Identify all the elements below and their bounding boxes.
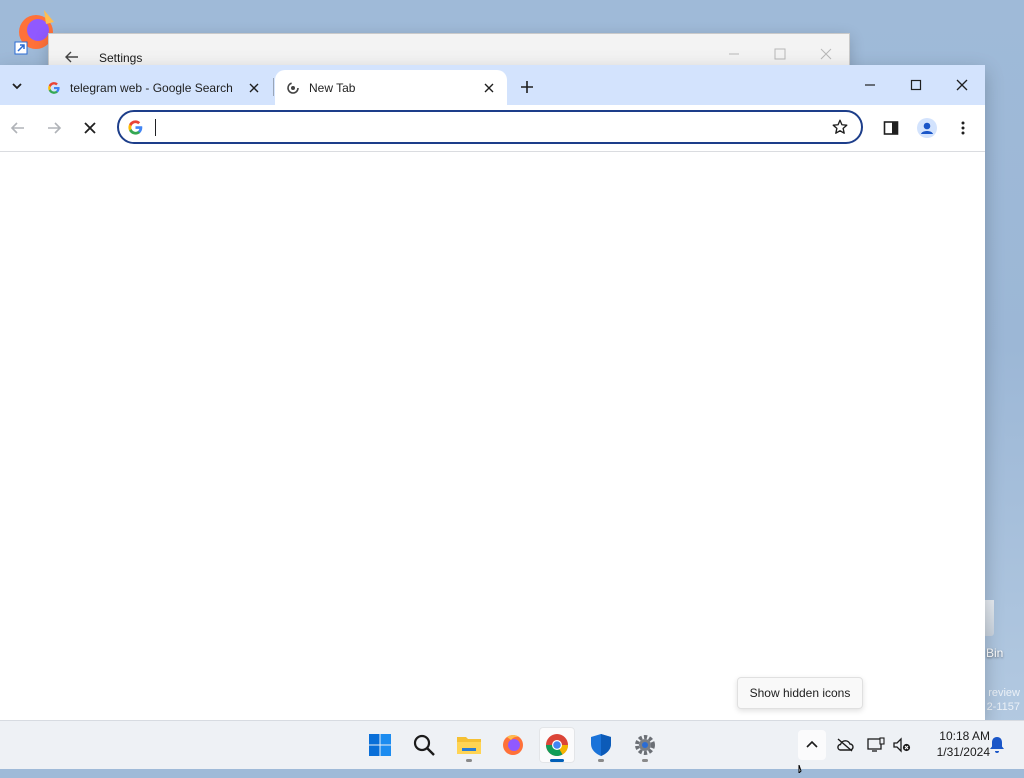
close-window-button[interactable] — [939, 71, 985, 99]
tab-strip: telegram web - Google Search New Tab — [0, 65, 985, 105]
address-bar[interactable] — [117, 110, 863, 144]
running-indicator — [466, 759, 472, 762]
bell-icon — [990, 737, 1004, 753]
forward-arrow-icon — [48, 122, 62, 134]
tab-search-button[interactable] — [5, 74, 29, 98]
firefox-icon — [503, 735, 523, 755]
settings-maximize-button[interactable] — [765, 42, 795, 66]
close-icon[interactable] — [481, 80, 497, 96]
chrome-icon — [546, 734, 568, 756]
bookmark-star-icon[interactable] — [831, 118, 849, 136]
page-content — [0, 152, 985, 720]
network-tray-button[interactable] — [862, 730, 890, 760]
show-hidden-icons-button[interactable] — [798, 730, 826, 760]
watermark-line-1: review — [988, 687, 1020, 699]
firefox-taskbar-button[interactable] — [495, 727, 531, 763]
menu-button[interactable] — [951, 116, 975, 140]
new-tab-button[interactable] — [515, 75, 539, 99]
volume-tray-button[interactable] — [888, 730, 916, 760]
start-button[interactable] — [362, 727, 398, 763]
minimize-button[interactable] — [847, 71, 893, 99]
defender-taskbar-button[interactable] — [583, 727, 619, 763]
taskbar: 10:18 AM 1/31/2024 — [0, 720, 1024, 769]
stop-icon — [84, 122, 96, 134]
tab-new-tab[interactable]: New Tab — [275, 70, 507, 105]
close-icon — [956, 79, 968, 91]
side-panel-button[interactable] — [879, 116, 903, 140]
kebab-menu-icon — [961, 121, 965, 135]
profile-avatar-icon — [917, 118, 937, 138]
settings-taskbar-button[interactable] — [627, 727, 663, 763]
chevron-up-icon — [806, 740, 818, 748]
network-icon — [867, 737, 885, 752]
google-g-icon — [127, 119, 144, 136]
side-panel-icon — [883, 121, 899, 135]
mouse-cursor-icon — [798, 760, 808, 775]
settings-minimize-button[interactable] — [719, 42, 749, 66]
maximize-button[interactable] — [893, 71, 939, 99]
chrome-taskbar-button[interactable] — [539, 727, 575, 763]
running-indicator — [550, 759, 564, 762]
cloud-offline-icon — [837, 738, 854, 752]
clock-date: 1/31/2024 — [936, 745, 990, 759]
browser-toolbar — [0, 105, 985, 152]
chevron-down-icon — [12, 83, 22, 90]
settings-window-title: Settings — [99, 51, 143, 65]
back-button[interactable] — [6, 116, 30, 140]
text-caret — [155, 119, 156, 136]
taskbar-clock[interactable]: 10:18 AM 1/31/2024 — [918, 728, 990, 760]
desktop-watermark: review 2-1157 — [984, 686, 1020, 714]
windows-logo-icon — [369, 734, 391, 756]
running-indicator — [642, 759, 648, 762]
speaker-muted-icon — [893, 737, 911, 753]
settings-close-button[interactable] — [811, 42, 841, 66]
running-indicator — [598, 759, 604, 762]
google-g-icon — [46, 80, 62, 96]
chrome-window: telegram web - Google Search New Tab — [0, 65, 985, 720]
notifications-button[interactable] — [983, 730, 1011, 760]
onedrive-tray-button[interactable] — [831, 730, 859, 760]
back-arrow-icon[interactable] — [63, 48, 81, 66]
taskbar-search-button[interactable] — [406, 727, 442, 763]
watermark-line-2: 2-1157 — [986, 701, 1020, 713]
forward-button[interactable] — [42, 116, 66, 140]
gear-icon — [635, 735, 655, 755]
clock-time: 10:18 AM — [939, 729, 990, 743]
back-arrow-icon — [10, 122, 24, 134]
folder-icon — [457, 737, 481, 754]
minimize-icon — [865, 84, 875, 86]
tab-title: telegram web - Google Search — [70, 80, 233, 95]
recycle-bin-label: Bin — [986, 646, 1004, 660]
shield-icon — [591, 734, 611, 756]
tab-telegram-search[interactable]: telegram web - Google Search — [36, 70, 272, 105]
search-icon — [413, 734, 435, 756]
file-explorer-button[interactable] — [451, 727, 487, 763]
profile-button[interactable] — [915, 116, 939, 140]
plus-icon — [521, 81, 533, 93]
close-icon[interactable] — [246, 80, 262, 96]
address-input[interactable] — [153, 117, 823, 137]
maximize-icon — [910, 79, 922, 91]
stop-loading-button[interactable] — [78, 116, 102, 140]
chrome-loading-icon — [285, 80, 301, 96]
tab-separator — [273, 78, 274, 96]
tooltip: Show hidden icons — [737, 677, 863, 709]
tab-title: New Tab — [309, 80, 356, 95]
